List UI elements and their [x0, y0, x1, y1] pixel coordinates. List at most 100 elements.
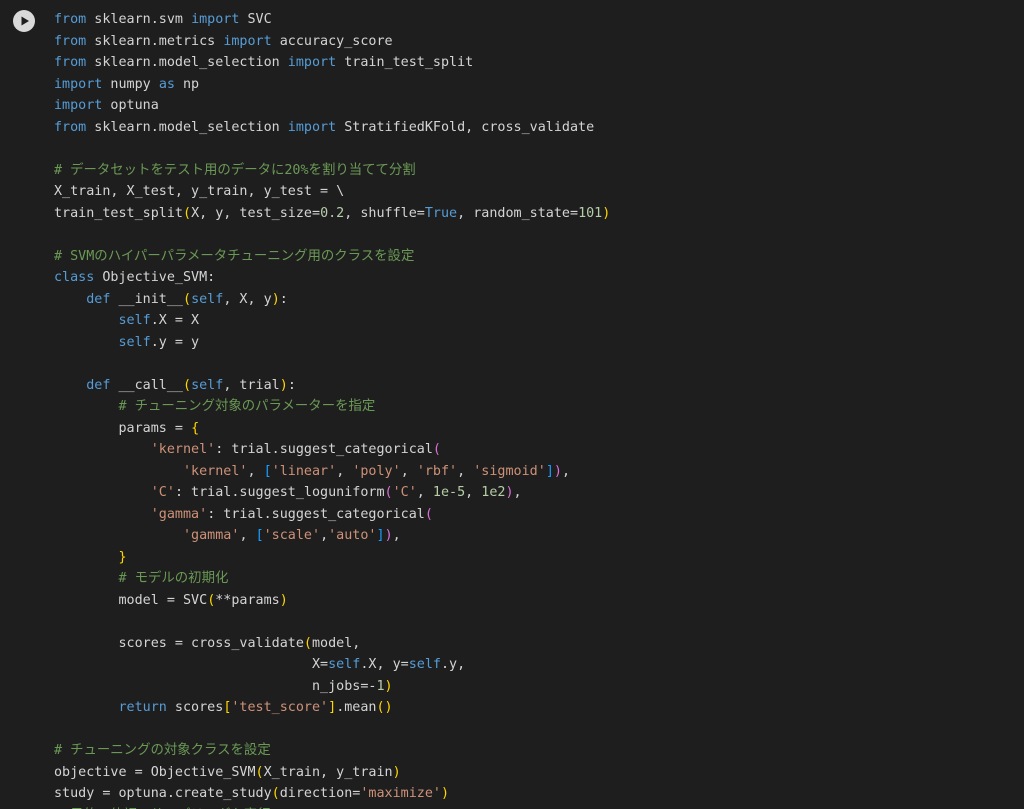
code-token: : trial.suggest_categorical — [207, 506, 425, 522]
code-comment: # データセットをテスト用のデータに20%を割り当てて分割 — [54, 162, 416, 178]
code-token: from — [54, 55, 87, 70]
code-line: # モデルの初期化 — [54, 568, 1014, 590]
code-token: , X, y — [223, 291, 272, 307]
code-token: .mean — [336, 700, 377, 715]
code-line: n_jobs=-1) — [54, 676, 1014, 698]
code-token: , — [336, 463, 353, 479]
code-token: : trial.suggest_loguniform — [174, 485, 385, 500]
code-line: X_train, X_test, y_train, y_test = \ — [54, 181, 1014, 203]
code-line: # チューニングの対象クラスを設定 — [54, 740, 1014, 762]
notebook-code-cell: from sklearn.svm import SVC from sklearn.… — [0, 0, 1024, 809]
code-line: 'gamma', ['scale','auto']), — [54, 525, 1014, 547]
code-comment: # モデルの初期化 — [118, 571, 229, 586]
code-token: 'kernel' — [183, 463, 248, 479]
code-token: Objective_SVM: — [94, 270, 216, 285]
code-token: X_train, X_test, y_train, y_test = \ — [54, 184, 345, 199]
code-token: sklearn.svm — [86, 12, 192, 27]
code-line: return scores['test_score'].mean() — [54, 697, 1014, 719]
run-cell-button[interactable] — [13, 10, 35, 32]
code-token: , shuffle= — [344, 205, 425, 221]
code-token: np — [174, 76, 200, 92]
code-token: 'scale' — [263, 528, 321, 543]
code-token: , random_state= — [457, 205, 579, 221]
code-token: sklearn.model_selection — [86, 119, 288, 135]
code-line: # データセットをテスト用のデータに20%を割り当てて分割 — [54, 160, 1014, 182]
code-line: import optuna — [54, 95, 1014, 117]
code-token: ) — [553, 463, 562, 479]
code-editor[interactable]: from sklearn.svm import SVC from sklearn.… — [54, 9, 1014, 809]
code-token: __init__ — [110, 291, 183, 307]
code-token: X, y, test_size= — [191, 205, 321, 221]
code-token: 'poly' — [352, 463, 401, 479]
code-token: import — [191, 12, 240, 27]
code-token: , — [457, 463, 474, 479]
code-token: return — [118, 700, 167, 715]
code-token: 1e-5 — [432, 485, 466, 500]
code-token: .y = y — [150, 334, 200, 350]
code-comment: # SVMのハイパーパラメータチューニング用のクラスを設定 — [54, 248, 415, 264]
code-token: import — [223, 33, 272, 49]
code-token: 'auto' — [328, 528, 377, 543]
code-comment: # チューニングの対象クラスを設定 — [54, 743, 271, 758]
code-line: # 目的の体調のサンプリングを実行 — [54, 805, 1014, 809]
code-token: 'linear' — [271, 463, 337, 479]
code-token: ) — [392, 764, 401, 780]
code-token: 'gamma' — [183, 528, 240, 543]
code-token: ( — [183, 291, 192, 307]
code-token: 101 — [578, 205, 603, 221]
code-token: import — [54, 98, 103, 113]
code-token: as — [158, 76, 175, 92]
code-token: ( — [183, 205, 192, 221]
code-token: accuracy_score — [271, 33, 393, 49]
code-token: X= — [54, 657, 329, 672]
code-token: from — [54, 12, 87, 27]
code-comment: # チューニング対象のパラメーターを指定 — [118, 399, 376, 414]
code-token: ) — [384, 528, 393, 543]
code-token: ) — [505, 485, 514, 500]
code-token: import — [54, 76, 103, 92]
code-token: self — [191, 291, 224, 307]
code-line: 'kernel', ['linear', 'poly', 'rbf', 'sig… — [54, 461, 1014, 483]
code-token: 'C' — [150, 485, 175, 500]
code-token: [ — [255, 528, 264, 543]
code-token: n_jobs=- — [54, 678, 377, 694]
code-token: StratifiedKFold, cross_validate — [336, 119, 595, 135]
code-token: ) — [279, 377, 288, 393]
code-token: scores — [166, 700, 224, 715]
code-token: , — [239, 528, 256, 543]
code-line: objective = Objective_SVM(X_train, y_tra… — [54, 762, 1014, 784]
code-token: SVC — [239, 12, 272, 27]
code-token: ) — [271, 291, 280, 307]
play-icon — [21, 16, 29, 26]
code-line: 'C': trial.suggest_loguniform('C', 1e-5,… — [54, 482, 1014, 504]
code-token: 1e2 — [481, 485, 506, 500]
code-line: params = { — [54, 418, 1014, 440]
code-token: .y, — [440, 657, 466, 672]
code-token: objective = Objective_SVM — [54, 764, 256, 780]
code-token: , — [247, 463, 264, 479]
code-token: [ — [263, 463, 272, 479]
code-token: **params — [215, 592, 280, 608]
code-token: params = — [54, 420, 192, 436]
code-line: scores = cross_validate(model, — [54, 633, 1014, 655]
code-token: def — [86, 291, 111, 307]
code-token: : — [287, 377, 296, 393]
code-line: model = SVC(**params) — [54, 590, 1014, 612]
code-token: scores = cross_validate — [54, 635, 304, 651]
code-token: .X, y= — [360, 657, 409, 672]
code-token: ( — [303, 635, 312, 651]
code-line: X=self.X, y=self.y, — [54, 654, 1014, 676]
code-token: class — [54, 270, 95, 285]
code-token: ( — [255, 764, 264, 780]
code-line: 'gamma': trial.suggest_categorical( — [54, 504, 1014, 526]
code-token: self — [118, 313, 151, 328]
code-token: , — [392, 528, 401, 543]
